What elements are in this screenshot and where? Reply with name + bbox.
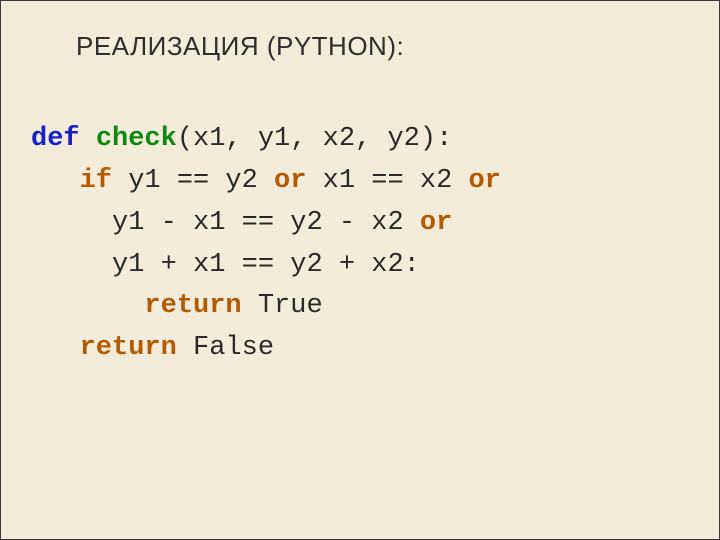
slide-title: РЕАЛИЗАЦИЯ (PYTHON): — [76, 31, 404, 62]
slide: РЕАЛИЗАЦИЯ (PYTHON): def check(x1, y1, x… — [0, 0, 720, 540]
indent — [31, 291, 144, 321]
keyword-return: return — [80, 333, 177, 363]
function-name: check — [96, 124, 177, 154]
indent — [31, 166, 80, 196]
cond-part: y1 == y2 — [112, 166, 274, 196]
indent — [31, 333, 80, 363]
code-block: def check(x1, y1, x2, y2): if y1 == y2 o… — [31, 119, 501, 370]
return-value: False — [177, 333, 274, 363]
return-value: True — [242, 291, 323, 321]
function-signature: (x1, y1, x2, y2): — [177, 124, 452, 154]
keyword-or: or — [274, 166, 306, 196]
keyword-if: if — [80, 166, 112, 196]
cond-line: y1 + x1 == y2 + x2: — [31, 250, 420, 280]
cond-line: y1 - x1 == y2 - x2 — [31, 208, 420, 238]
keyword-or: or — [420, 208, 452, 238]
cond-part: x1 == x2 — [306, 166, 468, 196]
keyword-def: def — [31, 124, 80, 154]
keyword-return: return — [144, 291, 241, 321]
keyword-or: or — [468, 166, 500, 196]
